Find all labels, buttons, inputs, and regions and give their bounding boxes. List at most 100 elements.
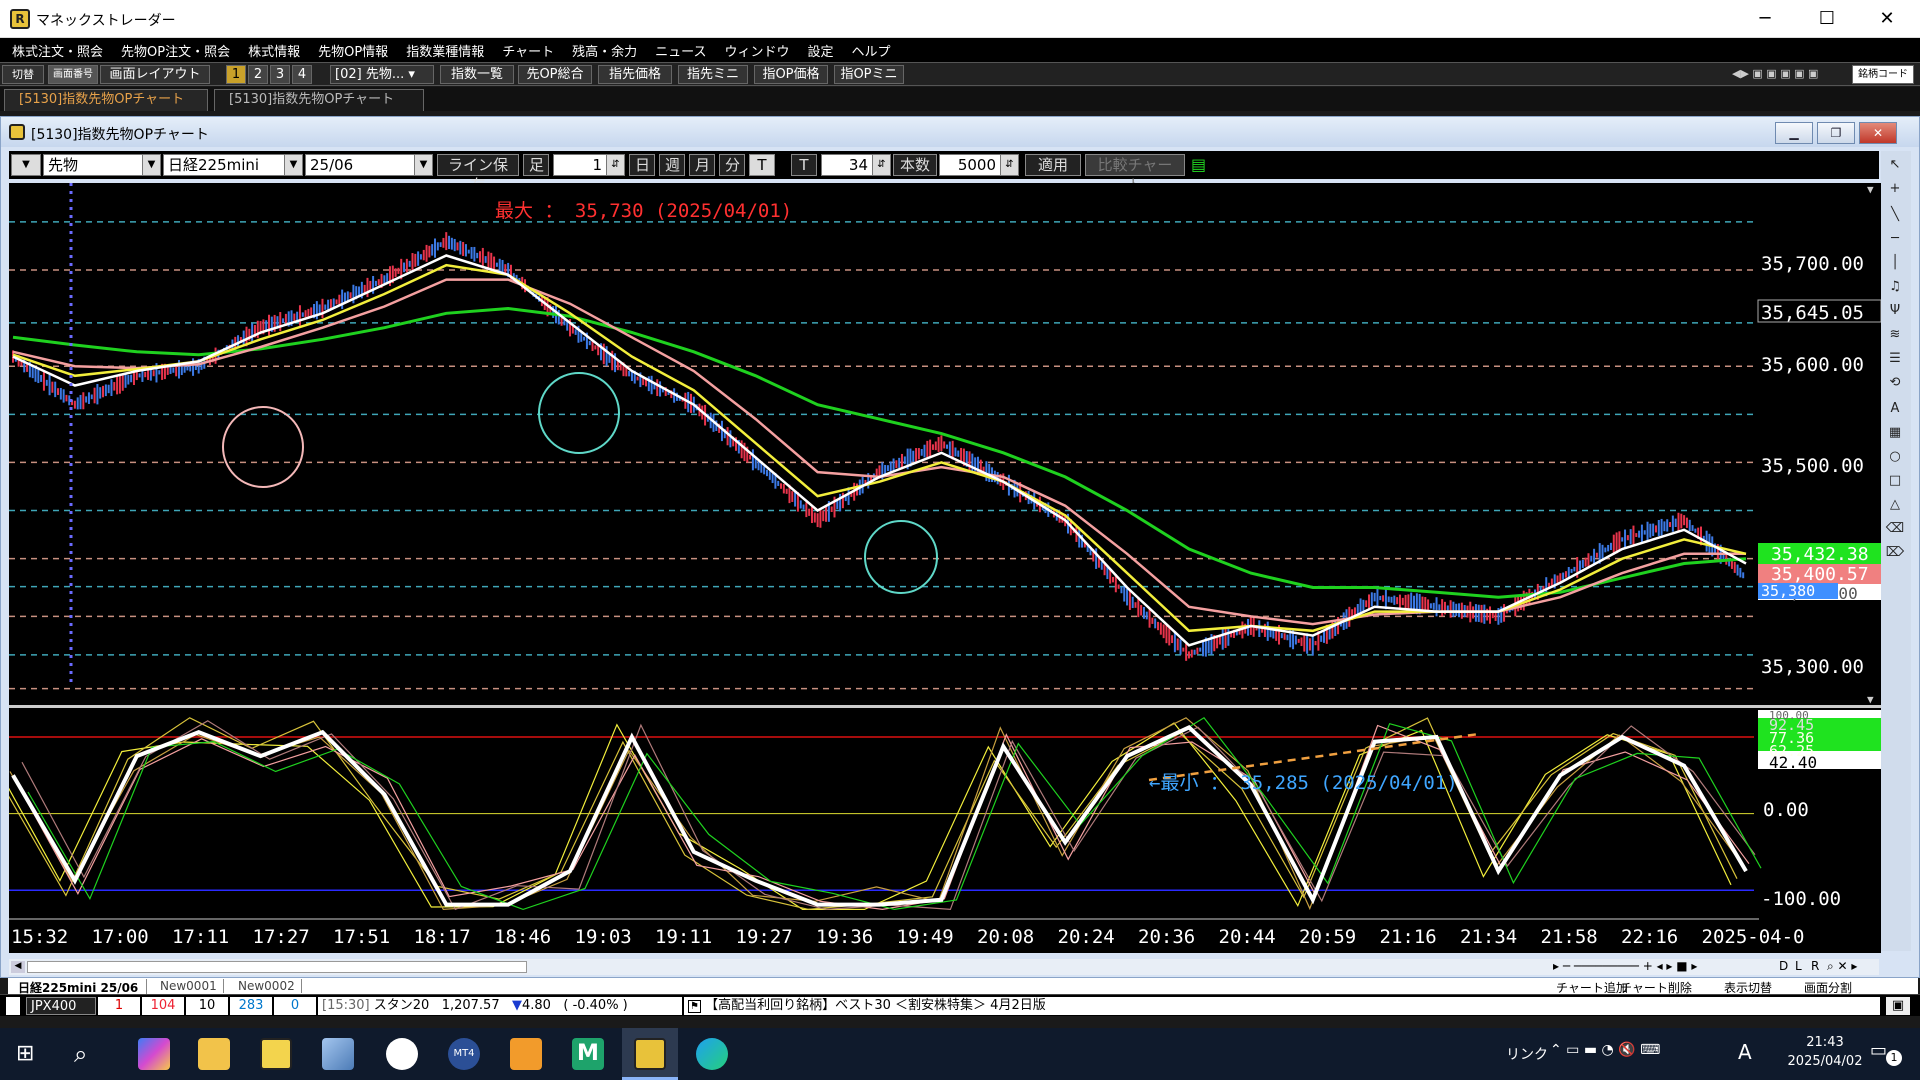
copilot-icon[interactable] — [138, 1038, 170, 1070]
tick-value-input[interactable]: 34 ⇵ — [821, 154, 891, 176]
panel-collapse-icon[interactable]: ▼ — [1867, 693, 1874, 706]
symbol-search-input[interactable]: 銘柄コード — [1852, 65, 1914, 84]
ticker-menu-icon[interactable]: ▣ — [1886, 997, 1910, 1015]
tab-new0001[interactable]: New0001 — [154, 979, 224, 993]
instrument-type-select[interactable]: 先物 ▼ — [43, 154, 161, 176]
text-icon[interactable]: A — [1885, 399, 1905, 419]
rectangle-icon[interactable]: □ — [1885, 471, 1905, 491]
eraser-all-icon[interactable]: ⌦ — [1885, 543, 1905, 563]
ime-indicator[interactable]: A — [1738, 1040, 1752, 1064]
grid-icon[interactable]: ▦ — [1885, 423, 1905, 443]
toolbar-arrows-icon[interactable]: ◀▶ ▣ ▣ ▣ ▣ ▣ — [1732, 67, 1818, 80]
windows-start-icon[interactable]: ⊞ — [16, 1042, 40, 1066]
tray-links[interactable]: リンク — [1506, 1044, 1548, 1064]
triangle-icon[interactable]: △ — [1885, 495, 1905, 515]
grid-app-icon[interactable] — [510, 1038, 542, 1070]
nav-l-button[interactable]: L — [1795, 959, 1802, 973]
cycle-icon[interactable]: ⟲ — [1885, 373, 1905, 393]
period-week-button[interactable]: 週 — [659, 154, 685, 176]
switch-button[interactable]: 切替 — [2, 65, 44, 84]
preset-dropdown[interactable]: [02] 先物... ▾ — [330, 65, 434, 84]
search-icon[interactable]: ⌕ — [74, 1040, 87, 1068]
layout-dropdown[interactable]: 画面レイアウト ▾ — [100, 65, 210, 99]
tab-new0002[interactable]: New0002 — [232, 979, 302, 993]
notification-icon[interactable]: ▭ — [1870, 1040, 1887, 1061]
notes-icon[interactable] — [322, 1038, 354, 1070]
chart-close-button[interactable]: ✕ — [1859, 122, 1897, 144]
nav-r-button[interactable]: R — [1811, 959, 1819, 973]
index-futures-mini-button[interactable]: 指先ミニ — [678, 65, 748, 84]
period-minute-button[interactable]: 分 — [719, 154, 745, 176]
menu-stock-order[interactable]: 株式注文・照会 — [0, 38, 112, 60]
tray-icons[interactable]: ⌃ ▭ ▬ ◔ 🔇 ⌨ — [1550, 1042, 1660, 1058]
clock-time[interactable]: 21:43 — [1790, 1035, 1860, 1050]
menu-settings[interactable]: 設定 — [798, 38, 842, 60]
close-button[interactable]: ✕ — [1864, 4, 1910, 34]
hline-icon[interactable]: ─ — [1885, 229, 1905, 249]
ellipse-icon[interactable]: ○ — [1885, 447, 1905, 467]
index-futures-price-button[interactable]: 指先価格 — [598, 65, 672, 84]
clock-date[interactable]: 2025/04/02 — [1780, 1054, 1870, 1069]
vline-icon[interactable]: │ — [1885, 253, 1905, 273]
fibonacci-icon[interactable]: ≋ — [1885, 325, 1905, 345]
zoom-controls-icon[interactable]: ▸ ─ ───────── + ◂ ▸ ■ ▸ — [1553, 959, 1697, 973]
menu-news[interactable]: ニュース — [646, 38, 715, 60]
period-day-button[interactable]: 日 — [629, 154, 655, 176]
tab-chart-1[interactable]: [5130]指数先物OPチャート — [4, 89, 208, 111]
period-month-button[interactable]: 月 — [689, 154, 715, 176]
chart-svg[interactable]: 最大 ： 35,730 (2025/04/01) ←最小 ： 35,285 (2… — [0, 183, 1882, 953]
fan-icon[interactable]: Ψ — [1885, 301, 1905, 321]
ticker-news[interactable]: ⚑ 【高配当利回り銘柄】ベスト30 ＜割安株特集＞ 4月2日版 — [684, 997, 1880, 1015]
menu-chart[interactable]: チャート — [493, 38, 563, 60]
count-value-input[interactable]: 5000 ⇵ — [939, 154, 1019, 176]
line-save-button[interactable]: ライン保存 — [437, 154, 519, 194]
screen-number-input[interactable]: 画面番号 — [48, 65, 98, 84]
futures-op-overview-button[interactable]: 先OP総合 — [518, 65, 592, 84]
trading-app-icon[interactable] — [260, 1038, 292, 1070]
scroll-left-icon[interactable]: ◀ — [11, 961, 25, 973]
channel-icon[interactable]: ☰ — [1885, 349, 1905, 369]
nav-d-button[interactable]: D — [1779, 959, 1788, 973]
instrument-select[interactable]: 日経225mini ▼ — [163, 154, 303, 176]
monex-trader-icon[interactable] — [634, 1038, 666, 1070]
layout-4-button[interactable]: 4 — [292, 65, 312, 84]
tab-chart-2[interactable]: [5130]指数先物OPチャート — [214, 89, 424, 111]
clock-icon[interactable] — [386, 1038, 418, 1070]
chart-plot-area[interactable]: 最大 ： 35,730 (2025/04/01) ←最小 ： 35,285 (2… — [0, 183, 1882, 953]
maximize-button[interactable]: ☐ — [1804, 4, 1850, 34]
mt4-icon[interactable]: MT4 — [448, 1038, 480, 1070]
trendline-icon[interactable]: ╲ — [1885, 205, 1905, 225]
menu-help[interactable]: ヘルプ — [842, 38, 899, 60]
menu-stock-info[interactable]: 株式情報 — [239, 38, 309, 60]
menu-futures-order[interactable]: 先物OP注文・照会 — [112, 38, 239, 60]
menu-index-info[interactable]: 指数業種情報 — [397, 38, 493, 60]
apply-button[interactable]: 適用 — [1025, 154, 1081, 176]
bell-icon[interactable]: ♫ — [1885, 277, 1905, 297]
foot-value-input[interactable]: 1 ⇵ — [553, 154, 625, 176]
contract-select[interactable]: 25/06 ▼ — [305, 154, 433, 176]
layout-2-button[interactable]: 2 — [248, 65, 268, 84]
layout-1-button[interactable]: 1 — [226, 65, 246, 84]
chart-menu-dropdown[interactable]: ▼ — [11, 154, 41, 176]
eraser-icon[interactable]: ⌫ — [1885, 519, 1905, 539]
cursor-icon[interactable]: ↖ — [1885, 155, 1905, 175]
index-op-mini-button[interactable]: 指OPミニ — [834, 65, 904, 84]
panel-collapse-icon[interactable]: ▼ — [1867, 183, 1874, 196]
layout-3-button[interactable]: 3 — [270, 65, 290, 84]
scroll-thumb[interactable] — [27, 961, 527, 973]
file-explorer-icon[interactable] — [198, 1038, 230, 1070]
menu-balance[interactable]: 残高・余力 — [563, 38, 646, 60]
chart-minimize-button[interactable]: ▁ — [1775, 122, 1813, 144]
chart-restore-button[interactable]: ❐ — [1817, 122, 1855, 144]
menu-window[interactable]: ウィンドウ — [715, 38, 798, 60]
m-app-icon[interactable]: M — [572, 1038, 604, 1070]
edge-icon[interactable] — [696, 1038, 728, 1070]
compare-chart-button[interactable]: 比較チャート — [1085, 154, 1185, 194]
crosshair-icon[interactable]: + — [1885, 179, 1905, 199]
index-op-price-button[interactable]: 指OP価格 — [754, 65, 828, 84]
menu-futures-info[interactable]: 先物OP情報 — [309, 38, 397, 60]
chart-scrollbar[interactable]: ◀ ▸ ─ ───────── + ◂ ▸ ■ ▸ D L R ⌕ ✕ ▸ — [9, 959, 1879, 975]
index-list-button[interactable]: 指数一覧 — [440, 65, 514, 84]
chart-bars-icon[interactable]: ▤ — [1191, 155, 1213, 175]
ticker-toggle[interactable] — [6, 997, 20, 1015]
